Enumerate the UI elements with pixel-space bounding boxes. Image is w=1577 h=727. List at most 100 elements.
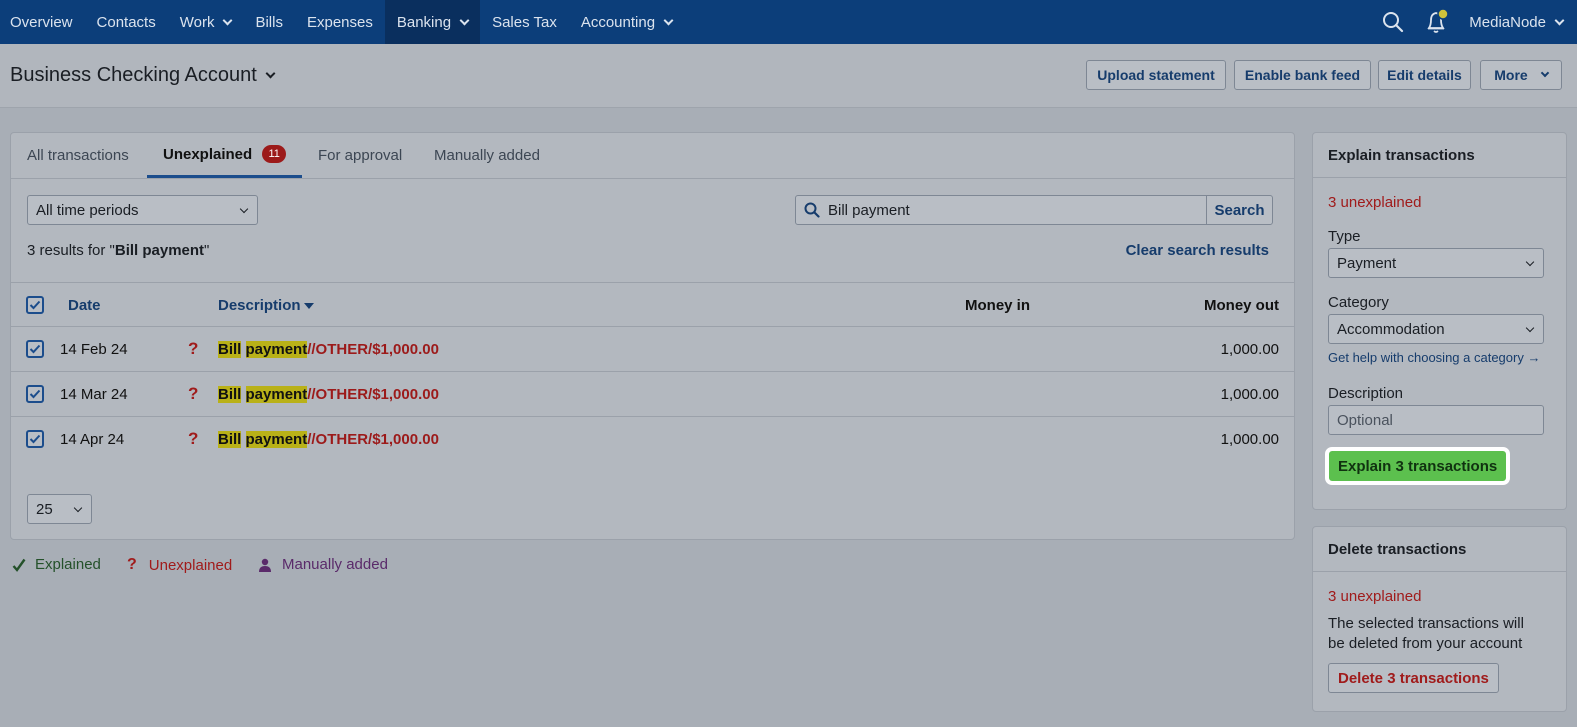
money-in-column-header: Money in bbox=[965, 283, 1030, 327]
delete-button-label: Delete 3 transactions bbox=[1338, 669, 1489, 687]
page-title: Business Checking Account bbox=[10, 64, 257, 86]
tab-unexplained[interactable]: Unexplained 11 bbox=[147, 133, 303, 178]
search-icon[interactable] bbox=[1371, 0, 1415, 44]
date-column-header[interactable]: Date bbox=[68, 283, 101, 327]
description-label: Description bbox=[1328, 385, 1404, 402]
highlight-match: payment bbox=[245, 385, 308, 403]
search-button[interactable]: Search bbox=[1206, 196, 1272, 224]
nav-sales-tax[interactable]: Sales Tax bbox=[480, 0, 569, 44]
transactions-panel: All transactions Unexplained 11 For appro… bbox=[10, 132, 1295, 540]
question-mark-icon: ? bbox=[127, 556, 137, 573]
delete-transactions-button[interactable]: Delete 3 transactions bbox=[1328, 663, 1499, 693]
unexplained-icon: ? bbox=[188, 384, 199, 403]
clear-search-label: Clear search results bbox=[1125, 242, 1269, 259]
search-input[interactable]: Bill payment bbox=[796, 196, 1206, 224]
results-query: Bill payment bbox=[114, 242, 205, 259]
description-header-label: Description bbox=[218, 296, 301, 314]
tab-label: Unexplained bbox=[163, 145, 253, 163]
checkmark-icon bbox=[29, 300, 41, 310]
nav-accounting[interactable]: Accounting bbox=[569, 0, 684, 44]
more-button[interactable]: More bbox=[1480, 60, 1562, 90]
enable-bank-feed-button[interactable]: Enable bank feed bbox=[1234, 60, 1371, 90]
time-period-value: All time periods bbox=[36, 201, 139, 219]
checkmark-icon bbox=[29, 389, 41, 399]
unexplained-icon: ? bbox=[188, 339, 199, 358]
legend-unexplained-label: Unexplained bbox=[148, 556, 233, 574]
description-placeholder: Optional bbox=[1337, 411, 1393, 429]
type-value: Payment bbox=[1337, 254, 1397, 272]
account-selector[interactable]: Business Checking Account bbox=[10, 64, 276, 87]
row-checkbox[interactable] bbox=[26, 385, 44, 403]
money-out-header-label: Money out bbox=[1204, 296, 1279, 314]
description-input[interactable]: Optional bbox=[1328, 405, 1544, 435]
explain-panel-title: Explain transactions bbox=[1313, 133, 1566, 178]
edit-details-button[interactable]: Edit details bbox=[1378, 60, 1471, 90]
row-description[interactable]: Bill payment//OTHER/$1,000.00 bbox=[218, 372, 439, 416]
sort-desc-icon bbox=[303, 303, 314, 309]
row-date: 14 Feb 24 bbox=[60, 340, 128, 358]
notification-bell-icon[interactable] bbox=[1415, 0, 1459, 44]
explain-transactions-button[interactable]: Explain 3 transactions bbox=[1324, 447, 1511, 485]
description-column-header[interactable]: Description bbox=[218, 283, 314, 327]
nav-overview-label: Overview bbox=[10, 13, 73, 31]
category-select[interactable]: Accommodation bbox=[1328, 314, 1544, 344]
upload-statement-button[interactable]: Upload statement bbox=[1086, 60, 1226, 90]
row-description[interactable]: Bill payment//OTHER/$1,000.00 bbox=[218, 417, 439, 461]
nav-sales-tax-label: Sales Tax bbox=[492, 13, 557, 31]
table-row[interactable]: 14 Mar 24 ? Bill payment//OTHER/$1,000.0… bbox=[11, 372, 1294, 417]
type-select[interactable]: Payment bbox=[1328, 248, 1544, 278]
row-description[interactable]: Bill payment//OTHER/$1,000.00 bbox=[218, 327, 439, 371]
highlight-match: Bill bbox=[218, 430, 242, 448]
row-checkbox[interactable] bbox=[26, 340, 44, 358]
nav-work[interactable]: Work bbox=[168, 0, 244, 44]
legend-explained-label: Explained bbox=[35, 556, 101, 573]
tab-all-transactions[interactable]: All transactions bbox=[27, 133, 129, 178]
table-row[interactable]: 14 Apr 24 ? Bill payment//OTHER/$1,000.0… bbox=[11, 417, 1294, 462]
checkbox[interactable] bbox=[26, 296, 44, 314]
tab-for-approval[interactable]: For approval bbox=[318, 133, 402, 178]
search-button-label: Search bbox=[1214, 201, 1265, 219]
legend-manual-label: Manually added bbox=[282, 556, 388, 573]
money-in-header-label: Money in bbox=[965, 296, 1031, 314]
chevron-down-icon bbox=[1554, 15, 1565, 25]
results-summary: 3 results for "Bill payment" bbox=[27, 242, 209, 259]
nav-contacts[interactable]: Contacts bbox=[85, 0, 168, 44]
highlight-match: payment bbox=[245, 340, 308, 358]
user-menu[interactable]: MediaNode bbox=[1459, 14, 1577, 31]
count-badge: 11 bbox=[262, 145, 287, 163]
category-value: Accommodation bbox=[1337, 320, 1445, 338]
legend-explained: Explained bbox=[12, 556, 101, 573]
money-out-column-header: Money out bbox=[1204, 283, 1279, 327]
nav-work-label: Work bbox=[179, 13, 215, 31]
delete-panel-title: Delete transactions bbox=[1313, 527, 1566, 572]
clear-search-link[interactable]: Clear search results bbox=[1126, 242, 1269, 259]
table-header: Date Description Money in Money out bbox=[11, 282, 1294, 327]
nav-expenses[interactable]: Expenses bbox=[295, 0, 385, 44]
table-row[interactable]: 14 Feb 24 ? Bill payment//OTHER/$1,000.0… bbox=[11, 327, 1294, 372]
nav-bills[interactable]: Bills bbox=[243, 0, 295, 44]
category-help-link[interactable]: Get help with choosing a category → bbox=[1328, 350, 1551, 365]
row-checkbox[interactable] bbox=[26, 430, 44, 448]
description-rest: //OTHER/$1,000.00 bbox=[307, 430, 439, 448]
row-date: 14 Apr 24 bbox=[60, 430, 125, 448]
nav-overview[interactable]: Overview bbox=[0, 0, 85, 44]
nav-banking-label: Banking bbox=[396, 13, 452, 31]
row-money-out: 1,000.00 bbox=[1220, 340, 1279, 358]
row-date: 14 Mar 24 bbox=[60, 385, 128, 403]
user-name: MediaNode bbox=[1469, 13, 1546, 31]
highlight-match: Bill bbox=[218, 340, 242, 358]
tab-manually-added[interactable]: Manually added bbox=[434, 133, 540, 178]
delete-transactions-panel: Delete transactions 3 unexplained The se… bbox=[1312, 526, 1567, 712]
unexplained-count: 3 unexplained bbox=[1328, 588, 1422, 605]
unexplained-icon: ? bbox=[188, 429, 199, 448]
time-period-select[interactable]: All time periods bbox=[27, 195, 258, 225]
explain-panel-body: 3 unexplained Type Payment Category Acco… bbox=[1313, 194, 1566, 485]
tab-bar: All transactions Unexplained 11 For appro… bbox=[11, 133, 1294, 179]
select-all-checkbox[interactable] bbox=[26, 283, 44, 327]
nav-contacts-label: Contacts bbox=[96, 13, 156, 31]
checkmark-icon bbox=[29, 434, 41, 444]
per-page-select[interactable]: 25 bbox=[27, 494, 92, 524]
upload-statement-label: Upload statement bbox=[1097, 67, 1215, 83]
unexplained-count: 3 unexplained bbox=[1328, 194, 1422, 211]
nav-banking[interactable]: Banking bbox=[384, 0, 481, 44]
